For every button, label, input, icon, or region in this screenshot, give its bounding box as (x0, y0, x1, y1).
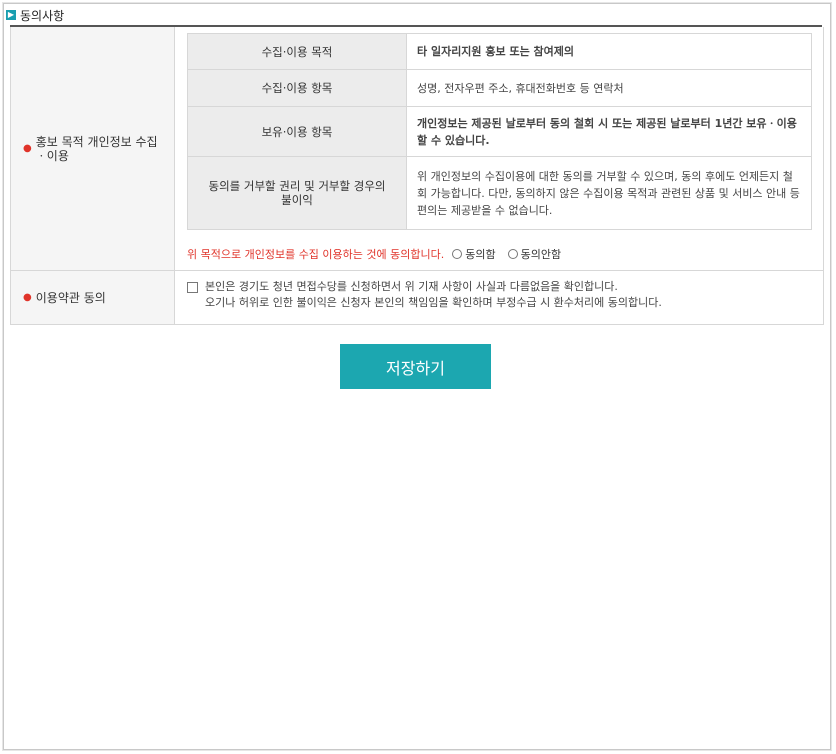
agree-radio-label[interactable]: 동의함 (465, 246, 495, 262)
privacy-agree-line: 위 목적으로 개인정보를 수집 이용하는 것에 동의합니다. 동의함 동의안함 (187, 246, 573, 262)
terms-consent-row: ● 이용약관 동의 본인은 경기도 청년 면접수당를 신청하면서 위 기재 사항… (11, 271, 823, 324)
privacy-consent-label-text: 홍보 목적 개인정보 수집ㆍ이용 (35, 134, 158, 163)
agree-radio-group: 동의함 동의안함 (452, 246, 573, 262)
privacy-agree-text: 위 목적으로 개인정보를 수집 이용하는 것에 동의합니다. (187, 248, 445, 261)
privacy-consent-row: ● 홍보 목적 개인정보 수집ㆍ이용 수집·이용 목적 타 일자리지원 홍보 또… (11, 27, 823, 271)
items-value: 성명, 전자우편 주소, 휴대전화번호 등 연락처 (406, 69, 812, 107)
terms-consent-content: 본인은 경기도 청년 면접수당를 신청하면서 위 기재 사항이 사실과 다름없음… (175, 271, 823, 324)
purpose-header: 수집·이용 목적 (187, 33, 407, 70)
privacy-detail-table: 수집·이용 목적 타 일자리지원 홍보 또는 참여제의 수집·이용 항목 성명,… (187, 33, 812, 230)
terms-consent-label: ● 이용약관 동의 (11, 271, 175, 324)
disagree-radio-label[interactable]: 동의안함 (521, 246, 561, 262)
items-header: 수집·이용 항목 (187, 69, 407, 107)
terms-text: 본인은 경기도 청년 면접수당를 신청하면서 위 기재 사항이 사실과 다름없음… (187, 279, 662, 311)
table-row: 동의를 거부할 권리 및 거부할 경우의 불이익 위 개인정보의 수집이용에 대… (187, 156, 812, 230)
terms-consent-label-text: 이용약관 동의 (35, 290, 106, 305)
table-row: 보유·이용 항목 개인정보는 제공된 날로부터 동의 철회 시 또는 제공된 날… (187, 106, 812, 157)
retention-header: 보유·이용 항목 (187, 106, 407, 157)
refusal-header: 동의를 거부할 권리 및 거부할 경우의 불이익 (187, 156, 407, 230)
refusal-value: 위 개인정보의 수집이용에 대한 동의를 거부할 수 있으며, 동의 후에도 언… (406, 156, 812, 230)
required-marker: ● (23, 142, 32, 154)
terms-checkbox[interactable] (187, 281, 198, 293)
privacy-consent-content: 수집·이용 목적 타 일자리지원 홍보 또는 참여제의 수집·이용 항목 성명,… (175, 27, 823, 270)
disagree-radio[interactable] (507, 249, 518, 259)
agree-radio[interactable] (452, 249, 463, 259)
purpose-value: 타 일자리지원 홍보 또는 참여제의 (406, 33, 812, 70)
section-title: 동의사항 (20, 8, 65, 23)
terms-line1: 본인은 경기도 청년 면접수당를 신청하면서 위 기재 사항이 사실과 다름없음… (187, 279, 662, 295)
terms-line1-text[interactable]: 본인은 경기도 청년 면접수당를 신청하면서 위 기재 사항이 사실과 다름없음… (205, 279, 618, 295)
terms-line2-text: 오기나 허위로 인한 불이익은 신청자 본인의 책임임을 확인하며 부정수급 시… (205, 296, 662, 309)
consent-table: ● 홍보 목적 개인정보 수집ㆍ이용 수집·이용 목적 타 일자리지원 홍보 또… (10, 27, 824, 325)
table-row: 수집·이용 항목 성명, 전자우편 주소, 휴대전화번호 등 연락처 (187, 69, 812, 107)
table-row: 수집·이용 목적 타 일자리지원 홍보 또는 참여제의 (187, 33, 812, 70)
section-header: ▶ 동의사항 (6, 6, 64, 24)
save-button[interactable]: 저장하기 (340, 344, 491, 389)
privacy-consent-label: ● 홍보 목적 개인정보 수집ㆍ이용 (11, 27, 175, 270)
arrow-right-icon: ▶ (6, 10, 16, 20)
required-marker: ● (23, 291, 32, 303)
retention-value: 개인정보는 제공된 날로부터 동의 철회 시 또는 제공된 날로부터 1년간 보… (406, 106, 812, 157)
